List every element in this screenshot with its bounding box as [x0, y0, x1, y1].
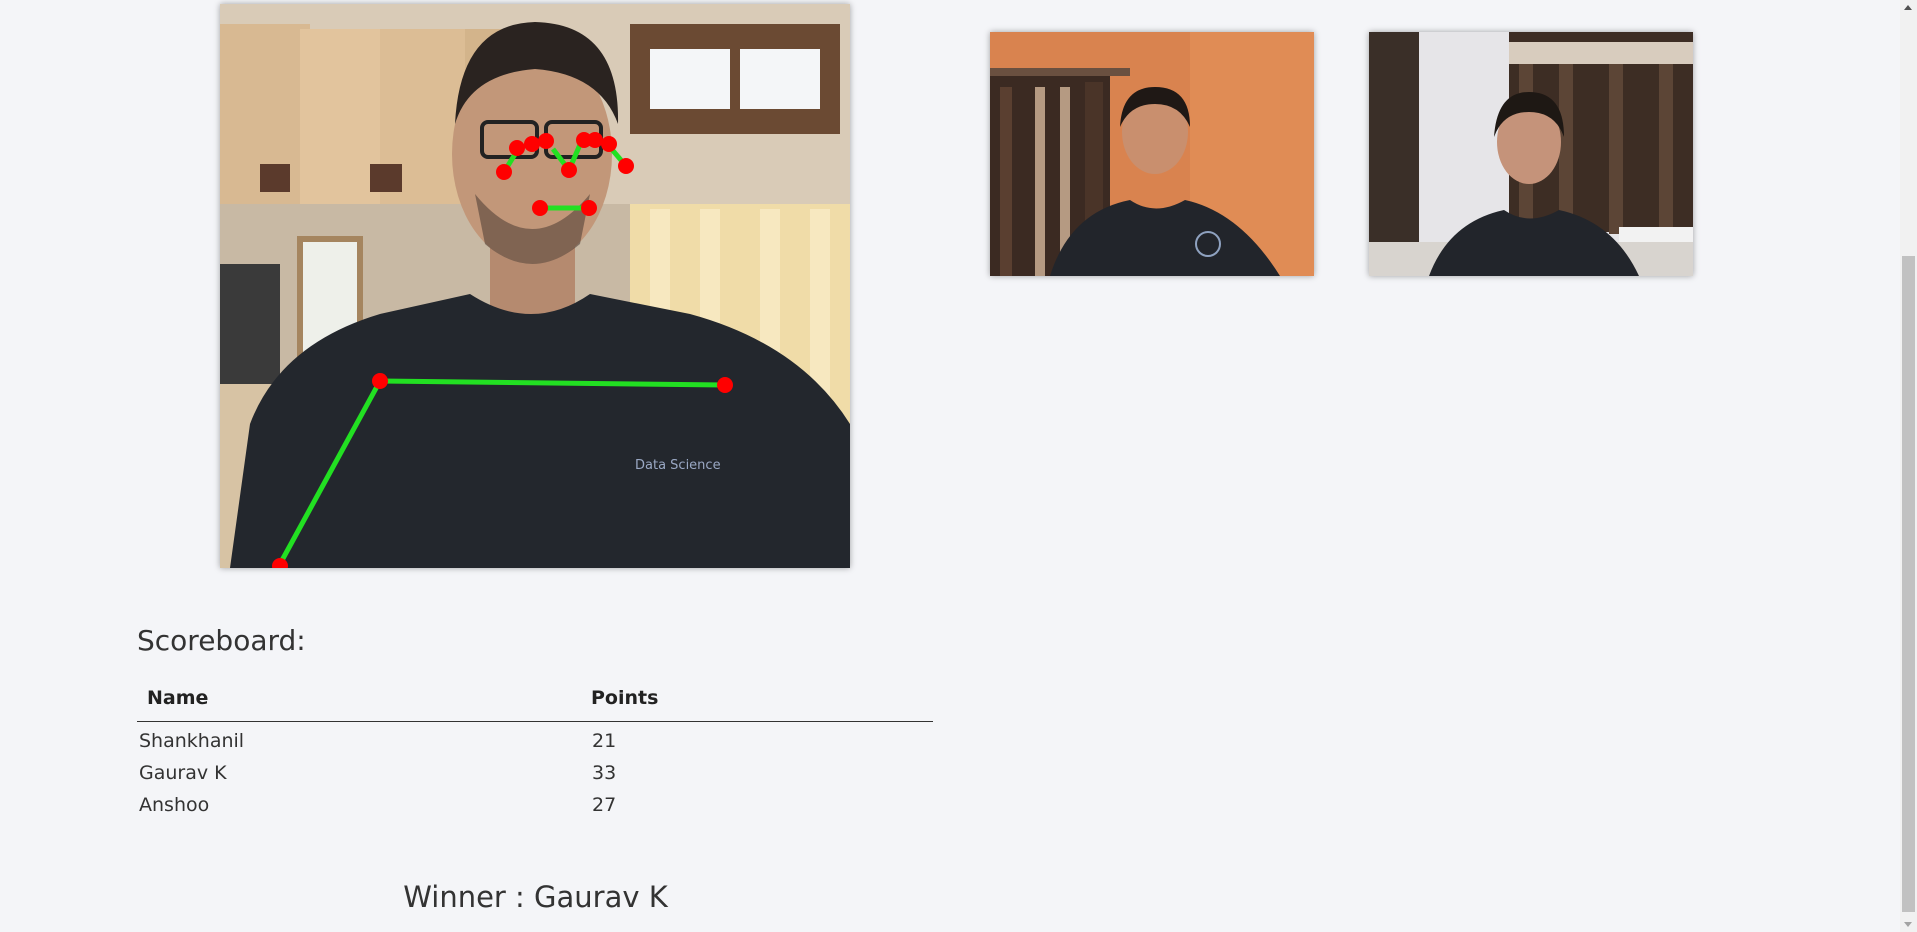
winner-announcement: Winner : Gaurav K: [403, 880, 668, 914]
remote-video-feed-2: [1369, 32, 1693, 276]
remote-video-image-2: [1369, 32, 1693, 276]
local-video-image: Data Science: [220, 4, 850, 568]
column-header-name: Name: [137, 680, 590, 722]
table-row: Gaurav K 33: [137, 757, 933, 789]
scroll-down-arrow-icon[interactable]: [1904, 922, 1912, 927]
player-points-cell: 21: [592, 730, 617, 752]
table-header-row: Name Points: [137, 680, 933, 722]
local-video-feed: Data Science: [220, 4, 850, 568]
remote-video-image-1: [990, 32, 1314, 276]
player-points-cell: 27: [592, 794, 617, 816]
player-points-cell: 33: [592, 762, 617, 784]
scoreboard-heading: Scoreboard:: [137, 624, 306, 657]
scoreboard-table: Name Points Shankhanil 21 Gaurav K 33 An…: [137, 680, 933, 821]
page-scrollbar[interactable]: [1900, 0, 1917, 932]
table-row: Anshoo 27: [137, 789, 933, 821]
player-name-cell: Gaurav K: [139, 762, 227, 784]
scroll-up-arrow-icon[interactable]: [1904, 5, 1912, 10]
scrollbar-thumb[interactable]: [1902, 256, 1915, 912]
shirt-logo-text: Data Science: [635, 458, 721, 473]
remote-video-feed-1: [990, 32, 1314, 276]
column-header-points: Points: [590, 680, 933, 722]
player-name-cell: Shankhanil: [139, 730, 245, 752]
table-row: Shankhanil 21: [137, 722, 933, 758]
game-page: Data Science Scoreboard: Name Points Sha…: [0, 0, 1917, 932]
player-name-cell: Anshoo: [139, 794, 210, 816]
